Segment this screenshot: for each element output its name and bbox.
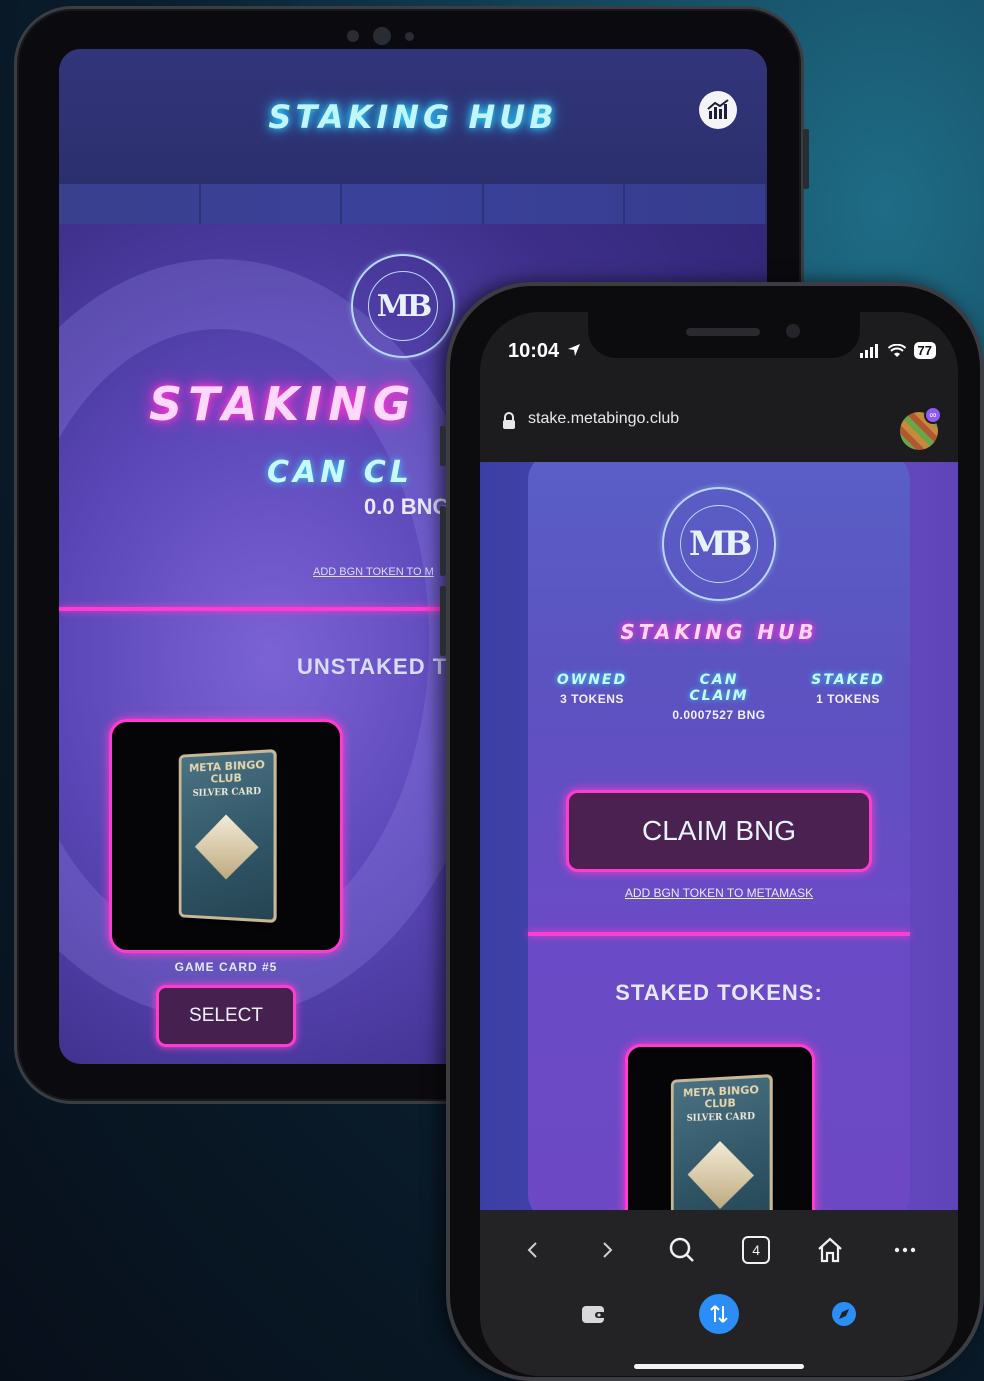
nft-card-tile[interactable]: META BINGO CLUB SILVER CARD bbox=[109, 719, 343, 953]
chart-icon[interactable] bbox=[699, 91, 737, 129]
status-time: 10:04 bbox=[508, 340, 581, 363]
phone-volume-down bbox=[440, 586, 446, 656]
select-button[interactable]: SELECT bbox=[156, 985, 296, 1047]
staking-hub-title: STAKING HUB bbox=[528, 620, 910, 644]
staked-nft-card[interactable]: META BINGO CLUB SILVER CARD bbox=[625, 1044, 815, 1210]
tabs-button[interactable]: 4 bbox=[734, 1230, 778, 1270]
add-token-link[interactable]: ADD BGN TOKEN TO M bbox=[313, 566, 434, 578]
diamond-emblem-icon bbox=[688, 1141, 754, 1209]
back-icon[interactable] bbox=[511, 1230, 555, 1270]
bng-balance: 0.0 BNG bbox=[364, 494, 450, 520]
add-token-metamask-link[interactable]: ADD BGN TOKEN TO METAMASK bbox=[480, 886, 958, 900]
diamond-emblem-icon bbox=[195, 815, 259, 880]
phone-volume-up bbox=[440, 506, 446, 576]
wallet-avatar[interactable]: ∞ bbox=[900, 412, 938, 450]
phone-screen: 10:04 77 stake.metabingo.club ∞ MB STAKI… bbox=[480, 312, 958, 1376]
header-band bbox=[59, 184, 767, 224]
phone-device: 10:04 77 stake.metabingo.club ∞ MB STAKI… bbox=[446, 282, 984, 1381]
more-icon[interactable] bbox=[883, 1230, 927, 1270]
tablet-camera bbox=[347, 27, 414, 45]
browser-url-bar[interactable]: stake.metabingo.club ∞ bbox=[480, 390, 958, 462]
divider bbox=[528, 932, 910, 936]
can-claim-stat: CAN CLAIM 0.0007527 BNG bbox=[649, 672, 789, 722]
web-content: MB STAKING HUB OWNED 3 TOKENS CAN CLAIM … bbox=[480, 462, 958, 1210]
wallet-icon[interactable] bbox=[572, 1294, 616, 1334]
header-title: STAKING HUB bbox=[268, 98, 557, 136]
can-claim-label: CAN CL bbox=[267, 455, 413, 490]
home-icon[interactable] bbox=[808, 1230, 852, 1270]
search-icon[interactable] bbox=[660, 1230, 704, 1270]
notch bbox=[588, 312, 860, 358]
home-indicator[interactable] bbox=[634, 1364, 804, 1369]
swap-icon[interactable] bbox=[699, 1294, 739, 1334]
browser-toolbar: 4 bbox=[480, 1210, 958, 1376]
claim-bng-button[interactable]: CLAIM BNG bbox=[566, 790, 872, 872]
staked-stat: STAKED 1 TOKENS bbox=[778, 672, 918, 706]
forward-icon[interactable] bbox=[585, 1230, 629, 1270]
location-arrow-icon bbox=[567, 343, 581, 357]
signal-icon bbox=[860, 344, 880, 358]
staked-tokens-heading: STAKED TOKENS: bbox=[480, 980, 958, 1006]
battery-indicator: 77 bbox=[914, 342, 936, 359]
silver-card-image: META BINGO CLUB SILVER CARD bbox=[671, 1074, 773, 1210]
network-badge-icon: ∞ bbox=[924, 406, 942, 424]
meta-bingo-logo: MB bbox=[662, 487, 776, 601]
site-header: STAKING HUB bbox=[59, 49, 767, 184]
phone-mute-switch bbox=[440, 426, 446, 466]
explore-compass-icon[interactable] bbox=[822, 1294, 866, 1334]
card-name: GAME CARD #5 bbox=[109, 960, 343, 974]
silver-card-image: META BINGO CLUB SILVER CARD bbox=[179, 749, 277, 923]
owned-stat: OWNED 3 TOKENS bbox=[522, 672, 662, 706]
status-indicators: 77 bbox=[860, 342, 936, 359]
unstaked-heading: UNSTAKED T bbox=[297, 654, 447, 680]
meta-bingo-logo: MB bbox=[351, 254, 455, 358]
url-text: stake.metabingo.club bbox=[528, 410, 679, 428]
tablet-side-button bbox=[803, 129, 809, 189]
staking-title: STAKING bbox=[149, 377, 417, 431]
wifi-icon bbox=[888, 344, 906, 358]
tabs-count: 4 bbox=[742, 1236, 770, 1264]
lock-icon bbox=[502, 412, 516, 430]
